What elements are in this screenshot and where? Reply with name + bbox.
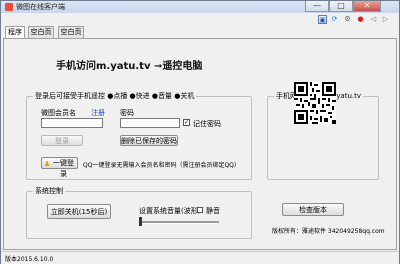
app-icon <box>5 3 13 11</box>
window-mode-icon[interactable]: ▣ <box>318 15 327 24</box>
qq-quick-login-button[interactable]: ♟ 一键登录 <box>41 157 78 178</box>
qr-code-icon <box>294 82 336 124</box>
forward-icon[interactable]: ▷ <box>381 15 390 24</box>
status-version: 版本2015.6.10.0 <box>5 256 54 263</box>
system-control-legend: 系统控制 <box>33 186 65 196</box>
volume-label: 设置系统音量(波形) <box>139 207 201 215</box>
minimize-button[interactable]: — <box>305 1 329 12</box>
main-panel: 手机访问m.yatu.tv ➞遥控电脑 登录后可接受手机遥控 ●点播 ●快进 ●… <box>3 38 397 250</box>
remember-password-label: 记住密码 <box>193 120 221 128</box>
close-button[interactable]: ✕ <box>353 1 381 12</box>
username-field[interactable] <box>41 118 103 128</box>
system-control-group: 系统控制 立即关机(15秒后) 设置系统音量(波形) 静音 <box>26 186 252 239</box>
tab-blank-2[interactable]: 空白页 <box>58 26 84 38</box>
volume-slider-track[interactable] <box>139 221 219 224</box>
register-link[interactable]: 注册 <box>91 108 105 118</box>
copyright-text: 版权所有：雅途软件 342049258qq.com <box>272 228 385 235</box>
check-version-button[interactable]: 检查版本 <box>282 203 344 216</box>
login-group-legend: 登录后可接受手机遥控 ●点播 ●快进 ●音量 ●关机 <box>33 91 197 101</box>
password-field[interactable] <box>120 118 180 128</box>
refresh-icon[interactable]: ⟳ <box>330 15 339 24</box>
app-window: 微图在线客户端 — □ ✕ ▣ ⟳ ⚙ ● ◁ ▷ 程序 空白页 空白页 手机访… <box>0 0 400 264</box>
maximize-button[interactable]: □ <box>329 1 353 12</box>
stop-icon[interactable]: ● <box>356 15 365 24</box>
password-label: 密码 <box>120 109 134 117</box>
username-label: 微图会员名 <box>41 109 76 117</box>
settings-icon[interactable]: ⚙ <box>343 15 352 24</box>
shutdown-button[interactable]: 立即关机(15秒后) <box>47 204 111 219</box>
volume-slider-handle[interactable] <box>139 217 142 226</box>
qq-quick-login-label: 一键登录 <box>53 159 74 178</box>
mute-checkbox[interactable] <box>197 207 203 213</box>
delete-saved-password-button[interactable]: 删除已保存的密码 <box>120 135 178 146</box>
title-bar[interactable]: 微图在线客户端 — □ ✕ <box>1 1 399 13</box>
qq-penguin-icon: ♟ <box>44 160 51 168</box>
mute-label: 静音 <box>206 207 220 215</box>
headline: 手机访问m.yatu.tv ➞遥控电脑 <box>56 61 203 72</box>
login-group: 登录后可接受手机遥控 ●点播 ●快进 ●音量 ●关机 微图会员名 注册 密码 ✓… <box>26 91 252 180</box>
status-bar: 版本2015.6.10.0 <box>1 251 399 264</box>
back-icon[interactable]: ◁ <box>369 15 378 24</box>
tab-blank-1[interactable]: 空白页 <box>28 26 54 38</box>
window-title: 微图在线客户端 <box>16 3 65 11</box>
remember-password-checkbox[interactable]: ✓ <box>183 119 190 126</box>
login-button[interactable]: 登录 <box>41 135 83 146</box>
qq-quick-login-note: QQ一键登录无需输入会员名和密码（需注册会员绑定QQ） <box>83 162 240 169</box>
